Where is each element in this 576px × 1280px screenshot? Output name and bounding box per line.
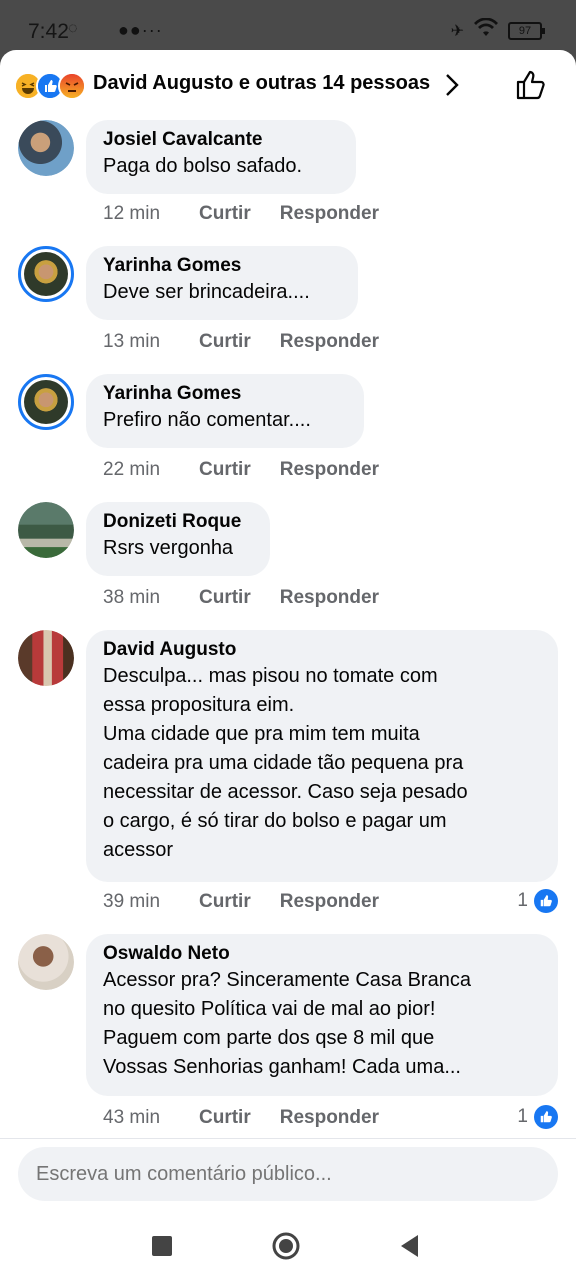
status-bar: 7:42 ◌ ●●··· ✈ 97 <box>0 0 576 56</box>
comment-input[interactable] <box>18 1147 558 1201</box>
home-button-icon[interactable] <box>272 1232 300 1260</box>
reactions-title[interactable]: David Augusto e outras 14 pessoas <box>93 72 430 95</box>
comment-author[interactable]: Yarinha Gomes <box>103 254 342 278</box>
comment-time[interactable]: 39 min <box>103 891 199 913</box>
system-navigation-bar <box>0 1210 576 1280</box>
chevron-right-icon[interactable] <box>440 72 464 98</box>
like-comment-button[interactable]: Curtir <box>199 1107 251 1129</box>
reply-button[interactable]: Responder <box>280 331 379 353</box>
comment-text: Acessor pra? Sinceramente Casa Branca no… <box>103 969 471 1078</box>
comment-author[interactable]: Yarinha Gomes <box>103 382 348 406</box>
comment-actions: 13 min Curtir Responder <box>103 331 408 353</box>
comments-sheet: David Augusto e outras 14 pessoas Josiel… <box>0 50 576 1210</box>
comment-bubble[interactable]: Donizeti Roque Rsrs vergonha <box>86 502 270 576</box>
like-reaction-icon <box>534 889 558 913</box>
comment-time[interactable]: 43 min <box>103 1107 199 1129</box>
reply-button[interactable]: Responder <box>280 891 379 913</box>
avatar[interactable] <box>18 374 74 430</box>
like-comment-button[interactable]: Curtir <box>199 331 251 353</box>
airplane-mode-icon: ✈ <box>450 22 464 40</box>
comment-text: Paga do bolso safado. <box>103 155 303 177</box>
comment-author[interactable]: Donizeti Roque <box>103 510 254 534</box>
whatsapp-icon: ◌ <box>68 20 78 37</box>
reply-button[interactable]: Responder <box>280 459 379 481</box>
avatar[interactable] <box>18 934 74 990</box>
comment-author[interactable]: Josiel Cavalcante <box>103 128 340 152</box>
comment-reaction-count[interactable]: 1 <box>517 1105 558 1129</box>
comment-time[interactable]: 12 min <box>103 203 199 225</box>
avatar[interactable] <box>18 502 74 558</box>
comment-time[interactable]: 22 min <box>103 459 199 481</box>
composer-divider <box>0 1138 576 1139</box>
status-right: ✈ 97 <box>450 17 545 43</box>
avatar[interactable] <box>18 120 74 176</box>
reply-button[interactable]: Responder <box>280 1107 379 1129</box>
notification-icons: ●●··· <box>118 20 163 40</box>
comment-text: Deve ser brincadeira.... <box>103 281 310 303</box>
comment-bubble[interactable]: Oswaldo Neto Acessor pra? Sinceramente C… <box>86 934 558 1096</box>
comment-author[interactable]: David Augusto <box>103 638 542 662</box>
wifi-icon <box>474 17 498 43</box>
like-comment-button[interactable]: Curtir <box>199 587 251 609</box>
comment-bubble[interactable]: David Augusto Desculpa... mas pisou no t… <box>86 630 558 882</box>
like-reaction-icon <box>534 1105 558 1129</box>
comment-actions: 12 min Curtir Responder <box>103 203 408 225</box>
comment-actions: 43 min Curtir Responder <box>103 1107 408 1129</box>
back-button-icon[interactable] <box>396 1232 424 1260</box>
comment-text: Desculpa... mas pisou no tomate com essa… <box>103 665 468 861</box>
comment-bubble[interactable]: Josiel Cavalcante Paga do bolso safado. <box>86 120 356 194</box>
comment-bubble[interactable]: Yarinha Gomes Prefiro não comentar.... <box>86 374 364 448</box>
comment-time[interactable]: 38 min <box>103 587 199 609</box>
battery-icon: 97 <box>508 21 545 40</box>
reaction-count: 1 <box>517 1106 528 1127</box>
comment-text: Rsrs vergonha <box>103 537 234 559</box>
reactions-summary[interactable] <box>14 72 94 100</box>
reactions-header[interactable]: David Augusto e outras 14 pessoas <box>0 50 576 120</box>
comment-actions: 38 min Curtir Responder <box>103 587 408 609</box>
like-button-icon[interactable] <box>514 68 548 102</box>
comment-reaction-count[interactable]: 1 <box>517 889 558 913</box>
comment-time[interactable]: 13 min <box>103 331 199 353</box>
reply-button[interactable]: Responder <box>280 203 379 225</box>
comment-actions: 22 min Curtir Responder <box>103 459 408 481</box>
reaction-count: 1 <box>517 890 528 911</box>
angry-reaction-icon <box>58 72 86 100</box>
avatar[interactable] <box>18 630 74 686</box>
comment-text: Prefiro não comentar.... <box>103 409 311 431</box>
comment-bubble[interactable]: Yarinha Gomes Deve ser brincadeira.... <box>86 246 358 320</box>
like-comment-button[interactable]: Curtir <box>199 459 251 481</box>
clock: 7:42 <box>28 20 69 43</box>
comment-author[interactable]: Oswaldo Neto <box>103 942 542 966</box>
reply-button[interactable]: Responder <box>280 587 379 609</box>
avatar[interactable] <box>18 246 74 302</box>
comment-actions: 39 min Curtir Responder <box>103 891 408 913</box>
like-comment-button[interactable]: Curtir <box>199 203 251 225</box>
like-comment-button[interactable]: Curtir <box>199 891 251 913</box>
recents-button-icon[interactable] <box>148 1232 176 1260</box>
